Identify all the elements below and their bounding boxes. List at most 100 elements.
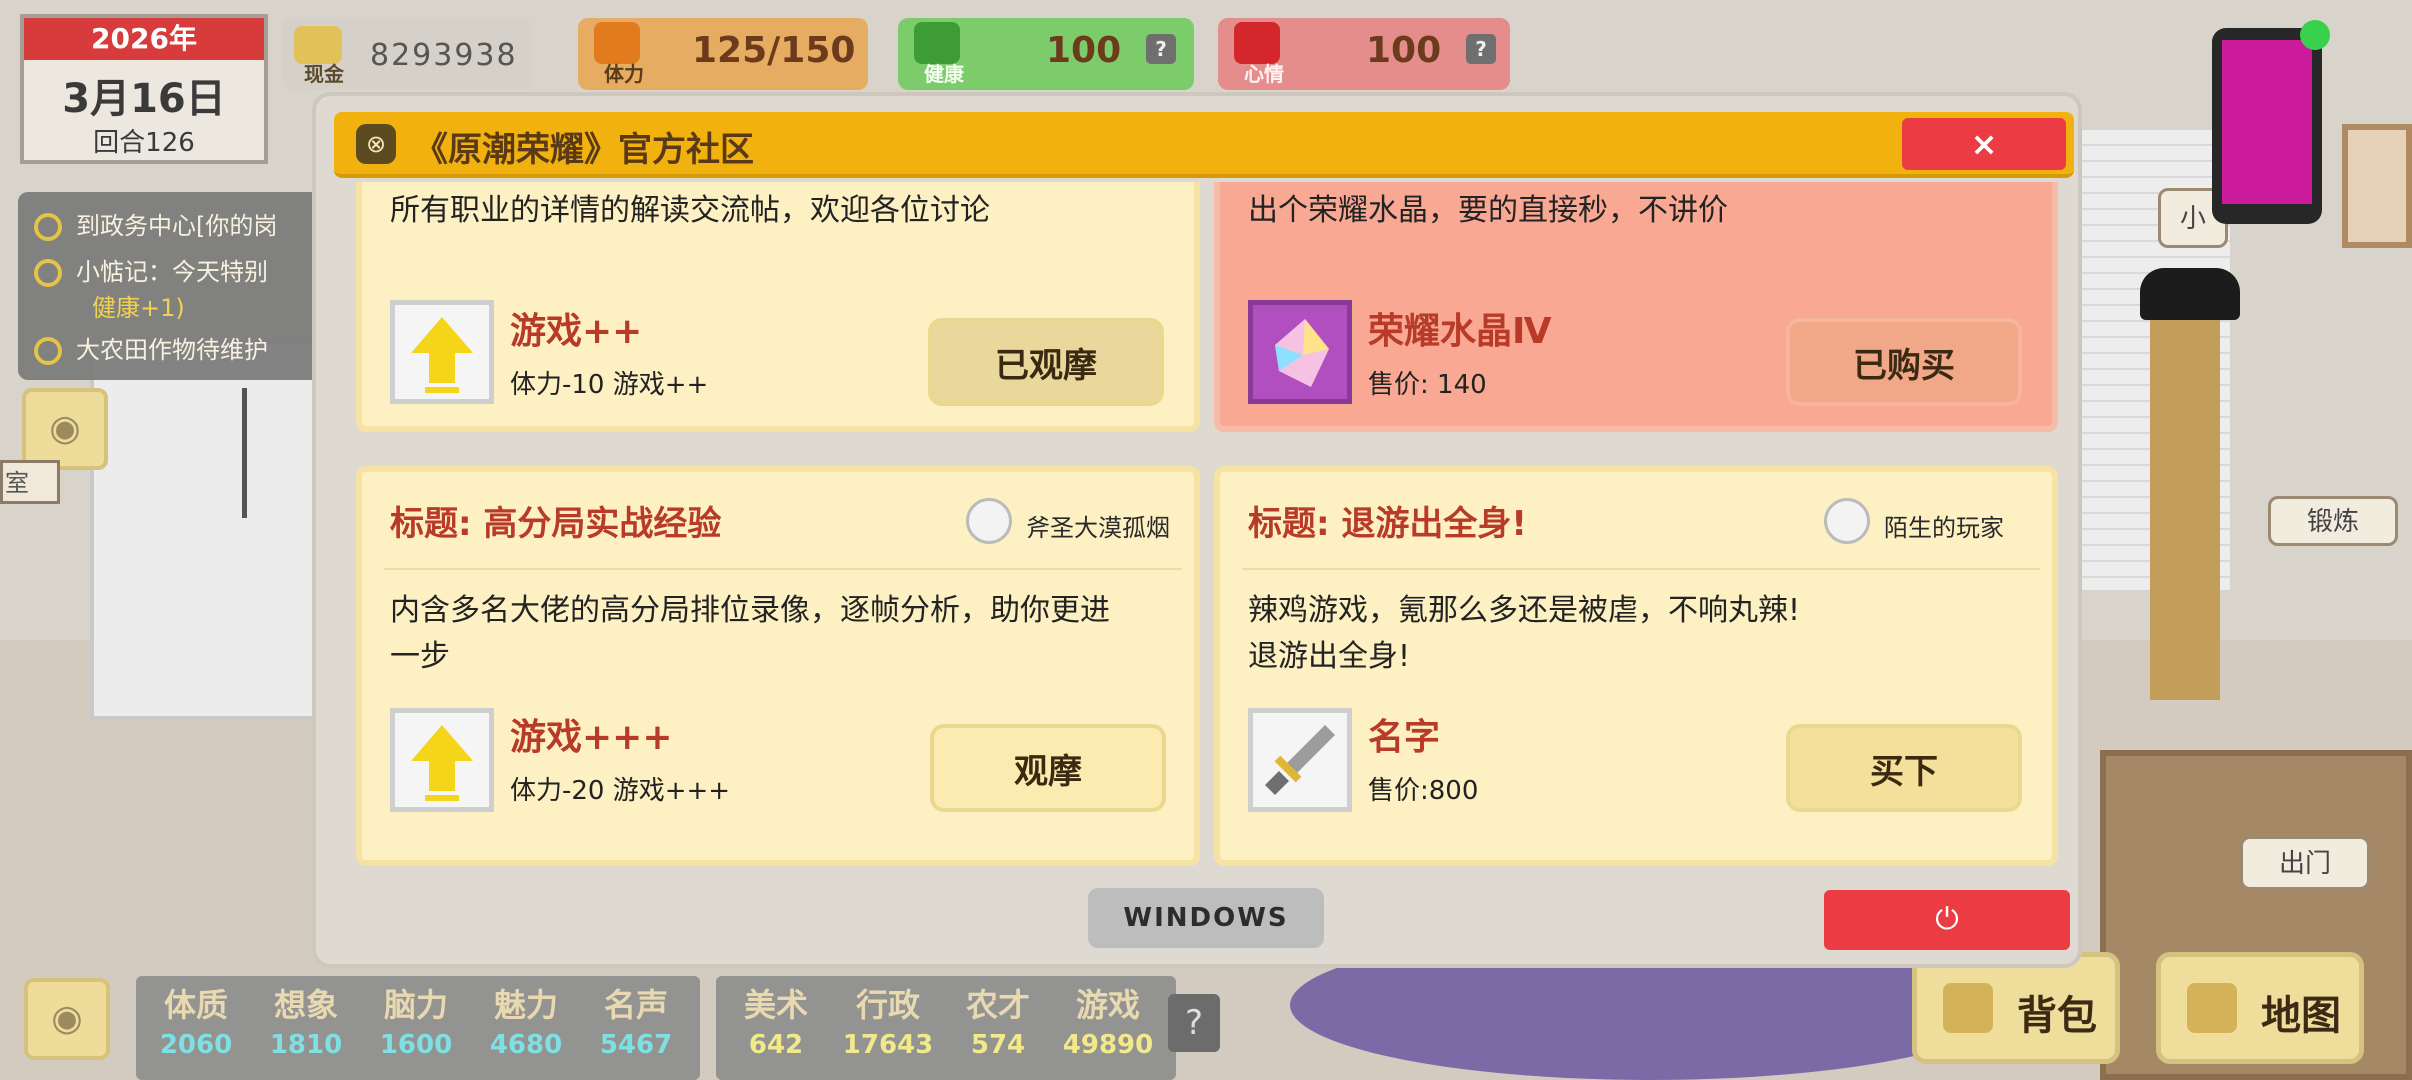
notification-dot xyxy=(2300,20,2330,50)
date-card: 2026年 3月16日 回合126 xyxy=(20,14,268,164)
up-arrow-icon xyxy=(390,708,494,812)
exercise-label[interactable]: 锻炼 xyxy=(2268,496,2398,546)
mood-help-button[interactable]: ? xyxy=(1466,34,1496,64)
room-tag-text: 室 xyxy=(5,469,29,497)
quest-item[interactable]: 大农田作物待维护 xyxy=(34,330,268,365)
attribute-imagination: 想象 1810 xyxy=(269,986,343,1060)
map-icon xyxy=(2187,983,2237,1033)
post-card: 标题: 高分局实战经验 斧圣大漠孤烟 内含多名大佬的高分局排位录像，逐帧分析，助… xyxy=(356,466,1200,866)
quest-bullet-icon xyxy=(34,337,62,365)
attribute-gaming: 游戏 49890 xyxy=(1062,986,1154,1060)
bag-button[interactable]: 背包 xyxy=(1912,952,2120,1064)
post-title: 标题: 退游出全身! xyxy=(1248,504,1527,544)
quest-text: 小惦记：今天特别 xyxy=(76,258,268,286)
speech-bubble-text: 小 xyxy=(2179,204,2206,234)
round-label: 回合126 xyxy=(93,128,195,158)
buy-button[interactable]: 买下 xyxy=(1786,724,2022,812)
post-author[interactable]: 斧圣大漠孤烟 xyxy=(1026,508,1170,543)
app-icon: ⊗ xyxy=(356,124,396,164)
attributes-help-button[interactable]: ? xyxy=(1168,994,1220,1052)
windows-taskbar-button[interactable]: WINDOWS xyxy=(1088,888,1324,948)
item-desc: 体力-10 游戏++ xyxy=(510,370,709,400)
item-desc: 售价:800 xyxy=(1368,776,1479,806)
item-name: 游戏+++ xyxy=(510,717,673,758)
post-body: 所有职业的详情的解读交流帖，欢迎各位讨论 xyxy=(390,193,990,228)
item-name: 荣耀水晶Ⅳ xyxy=(1368,311,1552,352)
year-label: 2026年 xyxy=(24,18,264,60)
quest-bullet-icon xyxy=(34,213,62,241)
up-arrow-icon xyxy=(390,300,494,404)
attribute-fame: 名声 5467 xyxy=(599,986,673,1060)
sword-icon xyxy=(1248,708,1352,812)
item-desc: 售价: 140 xyxy=(1368,370,1487,400)
bag-icon xyxy=(1943,983,1993,1033)
avatar[interactable] xyxy=(966,498,1012,544)
health-label: 健康 xyxy=(924,62,964,86)
health-stat: 健康 100 ? xyxy=(898,18,1194,90)
map-label: 地图 xyxy=(2261,993,2341,1039)
eye-icon: ◉ xyxy=(51,998,83,1039)
attribute-intellect: 脑力 1600 xyxy=(379,986,453,1060)
cash-value: 8293938 xyxy=(370,38,518,73)
quest-text: 大农田作物待维护 xyxy=(76,336,268,364)
power-button[interactable]: ⏻ xyxy=(1824,890,2070,950)
attribute-charm: 魅力 4680 xyxy=(489,986,563,1060)
fridge-handle xyxy=(242,388,247,518)
item-name: 名字 xyxy=(1368,717,1441,758)
quest-text: 到政务中心[你的岗 xyxy=(76,212,278,240)
health-help-button[interactable]: ? xyxy=(1146,34,1176,64)
attribute-admin: 行政 17643 xyxy=(842,986,934,1060)
post-author[interactable]: 陌生的玩家 xyxy=(1884,508,2004,543)
mood-label: 心情 xyxy=(1244,62,1284,86)
bag-label: 背包 xyxy=(2017,993,2097,1039)
post-card: 出个荣耀水晶，要的直接秒，不讲价 荣耀水晶Ⅳ 售价: 140 已购买 xyxy=(1214,182,2058,432)
attribute-farming: 农才 574 xyxy=(965,986,1030,1060)
energy-label: 体力 xyxy=(604,62,644,86)
quest-item[interactable]: 到政务中心[你的岗 xyxy=(34,206,277,241)
item-desc: 体力-20 游戏+++ xyxy=(510,776,731,806)
window-titlebar: ⊗ 《原潮荣耀》官方社区 × xyxy=(334,112,2074,178)
close-button[interactable]: × xyxy=(1902,118,2066,170)
toggle-view-button[interactable]: ◉ xyxy=(22,388,108,470)
post-title: 标题: 高分局实战经验 xyxy=(390,504,722,544)
power-icon: ⏻ xyxy=(1935,902,1959,937)
quest-subtext: 健康+1) xyxy=(92,294,185,322)
health-value: 100 xyxy=(1046,30,1122,71)
cat[interactable] xyxy=(2140,268,2240,320)
cat-tree xyxy=(2150,280,2220,700)
go-out-text: 出门 xyxy=(2278,849,2331,879)
item-name: 游戏++ xyxy=(510,311,643,352)
day-label: 3月16日 xyxy=(62,76,226,122)
watch-button[interactable]: 观摩 xyxy=(930,724,1166,812)
post-body-line: 退游出全身! xyxy=(1248,639,1411,674)
cash-stat: 现金 8293938 xyxy=(282,18,532,90)
post-card: 标题: 退游出全身! 陌生的玩家 辣鸡游戏，氪那么多还是被虐，不响丸辣! 退游出… xyxy=(1214,466,2058,866)
energy-stat: 体力 125/150 xyxy=(578,18,868,90)
post-body-line: 辣鸡游戏，氪那么多还是被虐，不响丸辣! xyxy=(1248,593,1801,628)
map-button[interactable]: 地图 xyxy=(2156,952,2364,1064)
wall-picture xyxy=(2342,124,2412,248)
divider xyxy=(1242,568,2040,570)
divider xyxy=(384,568,1182,570)
post-body-line: 内含多名大佬的高分局排位录像，逐帧分析，助你更进 xyxy=(390,593,1110,628)
quest-bullet-icon xyxy=(34,259,62,287)
room-tag[interactable]: 室 xyxy=(0,460,60,504)
energy-value: 125/150 xyxy=(692,30,856,71)
phone-button[interactable] xyxy=(2212,28,2322,224)
post-body: 出个荣耀水晶，要的直接秒，不讲价 xyxy=(1248,193,1728,228)
toggle-attributes-button[interactable]: ◉ xyxy=(24,978,110,1060)
watched-button[interactable]: 已观摩 xyxy=(928,318,1164,406)
post-card: 所有职业的详情的解读交流帖，欢迎各位讨论 游戏++ 体力-10 游戏++ 已观摩 xyxy=(356,182,1200,432)
quest-item[interactable]: 小惦记：今天特别 xyxy=(34,252,268,287)
attribute-art: 美术 642 xyxy=(743,986,808,1060)
avatar[interactable] xyxy=(1824,498,1870,544)
attribute-physique: 体质 2060 xyxy=(159,986,233,1060)
exercise-text: 锻炼 xyxy=(2306,507,2359,537)
window-title: 《原潮荣耀》官方社区 xyxy=(414,130,754,170)
purchased-button[interactable]: 已购买 xyxy=(1786,318,2022,406)
post-list[interactable]: 所有职业的详情的解读交流帖，欢迎各位讨论 游戏++ 体力-10 游戏++ 已观摩… xyxy=(346,182,2064,876)
crystal-icon xyxy=(1248,300,1352,404)
eye-icon: ◉ xyxy=(49,408,81,449)
go-out-label[interactable]: 出门 xyxy=(2240,836,2370,890)
post-body-line: 一步 xyxy=(390,639,450,674)
